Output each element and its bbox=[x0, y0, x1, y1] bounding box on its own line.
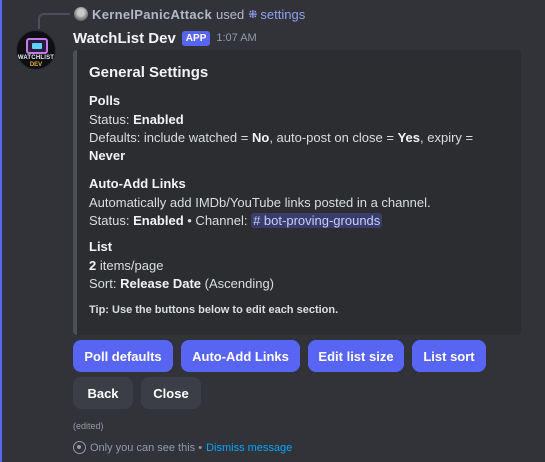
close-button[interactable]: Close bbox=[141, 377, 201, 409]
slash-command-name: settings bbox=[260, 6, 306, 22]
embed-tip: Tip: Use the buttons below to edit each … bbox=[89, 304, 339, 316]
list-title: List bbox=[89, 239, 113, 254]
reply-reference[interactable]: KernelPanicAttack used ⁜ settings bbox=[74, 5, 305, 23]
list-sort-button[interactable]: List sort bbox=[412, 340, 486, 372]
poll-defaults-button[interactable]: Poll defaults bbox=[73, 340, 173, 372]
reply-connector bbox=[38, 13, 70, 29]
polls-status-line: Status: Enabled bbox=[89, 112, 184, 127]
eye-icon bbox=[73, 441, 86, 454]
ephemeral-notice: Only you can see this • Dismiss message bbox=[73, 441, 292, 454]
reply-user-avatar[interactable] bbox=[74, 7, 88, 21]
edited-label: (edited) bbox=[73, 421, 104, 431]
message-timestamp[interactable]: 1:07 AM bbox=[216, 32, 256, 44]
auto-add-status-line: Status: Enabled • Channel: # bot-proving… bbox=[89, 213, 383, 228]
polls-title: Polls bbox=[89, 93, 121, 108]
polls-status-value: Enabled bbox=[133, 112, 184, 127]
settings-embed: General Settings Polls Status: Enabled D… bbox=[73, 50, 521, 335]
avatar-logo-text: WATCHLIST bbox=[17, 55, 55, 61]
list-items-per-page: 2 items/page bbox=[89, 258, 164, 273]
polls-section: Polls Status: Enabled Defaults: include … bbox=[89, 93, 473, 165]
tv-logo-icon bbox=[26, 38, 48, 54]
bot-avatar[interactable]: WATCHLIST DEV bbox=[16, 30, 56, 70]
list-section: List 2 items/page Sort: Release Date (As… bbox=[89, 239, 274, 293]
auto-add-links-button[interactable]: Auto-Add Links bbox=[181, 340, 300, 372]
reply-used-text: used bbox=[215, 6, 245, 22]
reply-username[interactable]: KernelPanicAttack bbox=[92, 7, 212, 22]
avatar-logo-subtext: DEV bbox=[29, 62, 43, 68]
back-button[interactable]: Back bbox=[73, 377, 133, 409]
embed-title: General Settings bbox=[89, 64, 209, 81]
bot-username[interactable]: WatchList Dev bbox=[73, 30, 176, 47]
dismiss-message-link[interactable]: Dismiss message bbox=[206, 442, 292, 454]
polls-defaults-line: Defaults: include watched = No, auto-pos… bbox=[89, 130, 474, 163]
app-badge: APP bbox=[181, 30, 211, 46]
auto-add-section: Auto-Add Links Automatically add IMDb/Yo… bbox=[89, 176, 431, 230]
channel-mention[interactable]: # bot-proving-grounds bbox=[251, 213, 383, 228]
slash-command[interactable]: ⁜ settings bbox=[248, 7, 305, 22]
ephemeral-text: Only you can see this • bbox=[90, 441, 203, 454]
list-sort-line: Sort: Release Date (Ascending) bbox=[89, 276, 275, 291]
auto-add-title: Auto-Add Links bbox=[89, 176, 186, 191]
message-header: WatchList Dev APP 1:07 AM bbox=[73, 28, 257, 48]
auto-add-description: Automatically add IMDb/YouTube links pos… bbox=[89, 195, 431, 210]
highlight-bar bbox=[0, 0, 2, 462]
edit-list-size-button[interactable]: Edit list size bbox=[308, 340, 404, 372]
slash-command-icon: ⁜ bbox=[248, 8, 258, 21]
